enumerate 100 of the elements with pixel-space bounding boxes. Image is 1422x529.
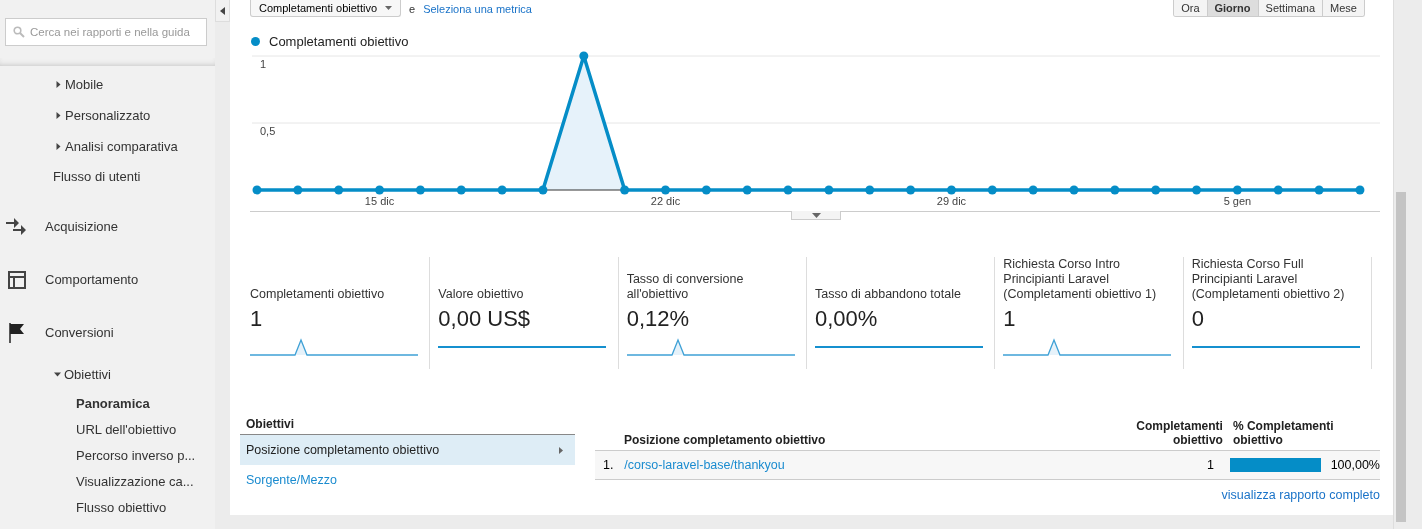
data-point[interactable] [1355,185,1365,195]
data-point[interactable] [538,185,548,195]
data-point[interactable] [456,185,466,195]
scrollbar-thumb[interactable] [1396,192,1406,522]
scorecard-label: Completamenti obiettivo [250,286,386,302]
data-point[interactable] [415,185,425,195]
caret-left-icon [220,6,225,15]
scorecard-value: 0,12% [626,306,691,332]
timeframe-button[interactable]: Settimana [1257,0,1323,16]
x-axis-label: 5 gen [1223,195,1252,207]
data-point[interactable] [1192,185,1202,195]
scorecard-value: 1 [250,306,264,332]
timeframe-button[interactable]: Giorno [1206,0,1258,16]
nav-section-label: Acquisizione [45,219,118,234]
data-point[interactable] [906,185,916,195]
nav-section-label: Comportamento [45,272,139,287]
data-point[interactable] [334,185,344,195]
column-header: Completamenti obiettivo [1135,419,1223,447]
search-icon [13,26,25,38]
data-point[interactable] [497,185,507,195]
data-point[interactable] [824,185,834,195]
select-metric-link[interactable]: Seleziona una metrica [423,2,532,15]
nav-section[interactable]: Conversioni [0,306,215,359]
layout-icon [8,270,26,289]
scorecard-value: 0 [1191,306,1205,332]
nav-group-label: Mobile [65,77,104,92]
table-cell-text: 1 [1206,458,1214,472]
data-point[interactable] [620,185,630,195]
data-point[interactable] [1232,185,1242,195]
caret-right-icon [55,143,62,150]
search-field[interactable]: Cerca nei rapporti e nella guida [5,18,207,46]
scorecard-label: Richiesta Corso Full Principianti Laravel (Completamenti obiettivo 2) [1191,257,1346,302]
arrows-icon [6,216,28,237]
y-axis-label: 0,5 [260,125,276,137]
data-point[interactable] [987,185,997,195]
scorecard-label: Tasso di abbandono totale [815,286,962,302]
timeframe-button[interactable]: Mese [1322,0,1364,16]
conjunction-text: e [409,2,416,15]
data-point[interactable] [1028,185,1038,195]
timeframe-button[interactable]: Ora [1174,0,1207,16]
scorecard-value: 0,00 US$ [438,306,532,332]
nav-item[interactable]: Panoramica [0,390,215,416]
x-axis-label: 29 dic [936,195,967,207]
nav-item[interactable]: URL dell'obiettivo [0,416,215,442]
data-point[interactable] [701,185,711,195]
caret-down-icon [385,6,392,10]
data-point[interactable] [1069,185,1079,195]
data-point[interactable] [293,185,303,195]
data-point[interactable] [661,185,670,195]
nav-section[interactable]: Comportamento [0,253,215,306]
data-point[interactable] [783,185,793,195]
nav-group-label: Obiettivi [64,367,111,382]
dimension-item[interactable]: Sorgente/Mezzo [240,465,575,495]
caret-down-icon [54,371,61,378]
data-point[interactable] [579,51,589,61]
nav-item[interactable]: Flusso obiettivo [0,494,215,520]
nav-item[interactable]: Flusso di utenti [0,162,215,190]
nav-group[interactable]: Analisi comparativa [0,131,215,162]
nav-group[interactable]: Obiettivi [0,359,215,390]
data-point[interactable] [946,185,956,195]
caret-right-icon [55,81,62,88]
metric-dropdown[interactable]: Completamenti obiettivo [250,0,401,17]
collapse-sidebar-button[interactable] [215,0,230,22]
scorecard-value: 0,00% [815,306,879,332]
caret-right-icon [55,112,62,119]
data-point[interactable] [865,185,875,195]
expand-chart-button[interactable] [791,211,841,220]
nav-item[interactable]: Percorso inverso p... [0,442,215,468]
scrollbar[interactable] [1393,0,1408,529]
nav-group-label: Analisi comparativa [65,139,178,154]
nav-group[interactable]: Personalizzato [0,100,215,131]
full-report-link[interactable]: visualizza rapporto completo [1221,488,1380,502]
page-link[interactable]: /corso-laravel-base/thankyou [624,458,1102,472]
data-point[interactable] [742,185,752,195]
nav-section-label: Conversioni [45,325,114,340]
scorecard-label: Tasso di conversione all'obiettivo [626,271,745,302]
nav-group-label: Personalizzato [65,108,151,123]
data-point[interactable] [1110,185,1120,195]
data-point[interactable] [1151,185,1161,195]
x-axis-label: 22 dic [650,195,681,207]
flag-icon [9,322,25,343]
column-header: % Completamenti obiettivo [1231,419,1335,447]
scorecard-label: Valore obiettivo [438,286,525,302]
y-axis-label: 1 [260,58,267,70]
nav-section[interactable]: Acquisizione [0,200,215,253]
caret-down-icon [811,212,821,218]
legend-label: Completamenti obiettivo [269,33,409,49]
caret-right-icon [559,446,563,454]
data-point[interactable] [375,185,385,195]
x-axis-label: 15 dic [364,195,395,207]
scorecard-label: Richiesta Corso Intro Principianti Laravel (Completamenti obiettivo 1) [1003,257,1158,302]
data-point[interactable] [1314,185,1324,195]
data-point[interactable] [252,185,262,195]
data-point[interactable] [1273,185,1283,195]
nav-item[interactable]: Visualizzazione ca... [0,468,215,494]
nav-group[interactable]: Mobile [0,69,215,100]
dimension-item[interactable]: Posizione completamento obiettivo [240,435,575,465]
table-cell: 100,00% [1330,458,1380,472]
column-header: Posizione completamento obiettivo [623,433,827,447]
row-number: 1. [602,458,615,472]
